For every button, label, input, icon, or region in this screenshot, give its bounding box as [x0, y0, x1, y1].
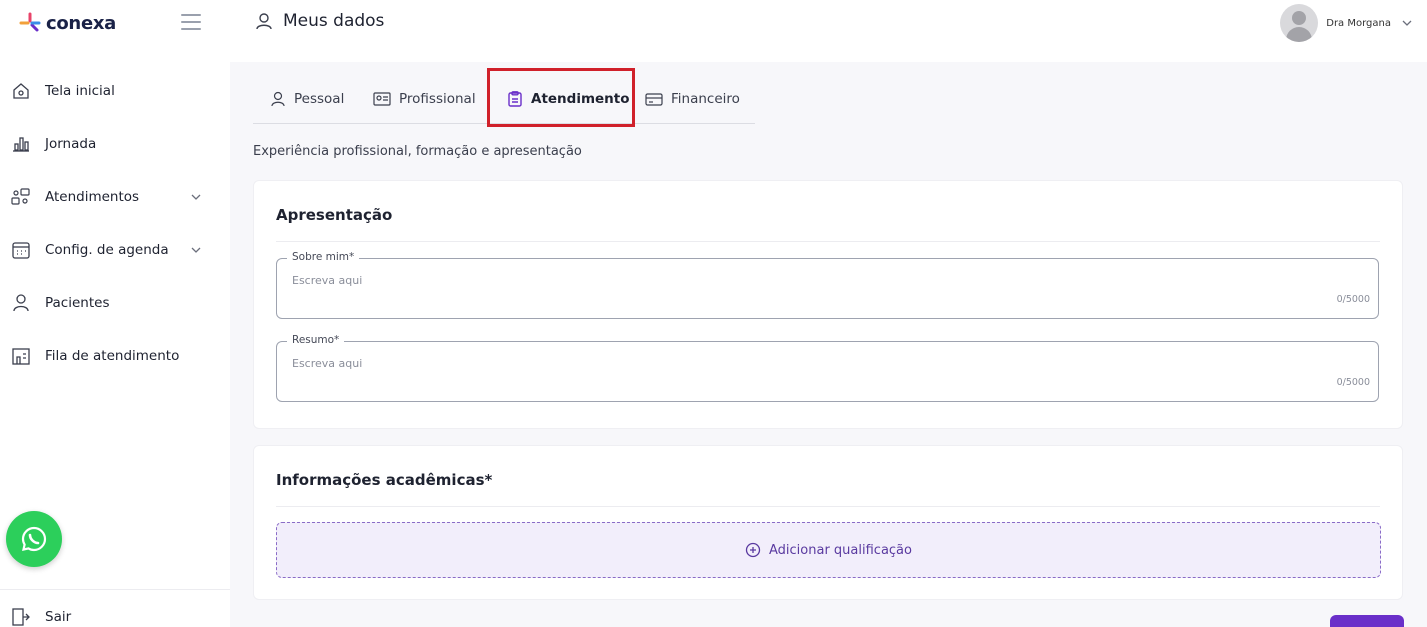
save-button[interactable]: [1330, 615, 1404, 627]
sidebar-item-label: Atendimentos: [45, 189, 140, 205]
user-icon: [256, 13, 272, 30]
queue-icon: [12, 348, 30, 365]
sidebar-item-label: Config. de agenda: [45, 242, 169, 258]
chart-icon: [13, 137, 29, 152]
tab-label: Financeiro: [671, 91, 740, 107]
chevron-down-icon[interactable]: [190, 244, 202, 256]
menu-toggle-icon[interactable]: [181, 14, 201, 30]
conexa-logo-icon: [19, 12, 41, 32]
user-menu[interactable]: Dra Morgana: [1280, 4, 1413, 42]
section-subtitle: Experiência profissional, formação e apr…: [253, 144, 582, 159]
logo[interactable]: conexa: [18, 10, 116, 36]
page-title-wrap: Meus dados: [255, 11, 384, 31]
summary-field[interactable]: Resumo* Escreva aqui 0/5000: [276, 334, 1379, 402]
field-label: Resumo*: [287, 334, 345, 346]
sidebar-item-label: Tela inicial: [45, 83, 115, 99]
char-counter: 0/5000: [1336, 294, 1370, 305]
sidebar-item-label: Pacientes: [45, 295, 110, 311]
academic-card: Informações acadêmicas* Adicionar qualif…: [253, 445, 1403, 600]
id-card-icon: [373, 92, 391, 106]
sidebar-item-tela-inicial[interactable]: Tela inicial: [0, 74, 230, 108]
tab-label: Profissional: [399, 91, 476, 107]
logo-text: conexa: [46, 12, 117, 34]
add-qualification-button[interactable]: Adicionar qualificação: [276, 522, 1381, 578]
tab-profissional[interactable]: Profissional: [373, 88, 476, 110]
user-name: Dra Morgana: [1326, 17, 1391, 29]
active-tab-highlight: [487, 68, 635, 127]
tab-financeiro[interactable]: Financeiro: [645, 88, 740, 110]
card-divider: [276, 506, 1380, 507]
whatsapp-icon: [21, 526, 47, 552]
about-me-field[interactable]: Sobre mim* Escreva aqui 0/5000: [276, 251, 1379, 319]
sidebar-divider: [0, 589, 230, 590]
whatsapp-button[interactable]: [6, 511, 62, 567]
field-placeholder: Escreva aqui: [292, 357, 363, 370]
plus-circle-icon: [745, 542, 761, 558]
main-content: Pessoal Profissional Atendimento Finance…: [230, 62, 1427, 627]
card-title: Informações acadêmicas*: [276, 471, 493, 489]
card-title: Apresentação: [276, 206, 393, 224]
sidebar-item-label: Sair: [45, 609, 72, 625]
char-counter: 0/5000: [1336, 377, 1370, 388]
field-label: Sobre mim*: [287, 251, 360, 263]
page-title: Meus dados: [283, 11, 385, 31]
app-header: conexa Meus dados Dra Morgana: [0, 0, 1427, 46]
sidebar-item-jornada[interactable]: Jornada: [0, 127, 230, 161]
chevron-down-icon[interactable]: [1401, 17, 1413, 29]
sidebar-item-sair[interactable]: Sair: [0, 603, 230, 627]
chevron-down-icon[interactable]: [190, 191, 202, 203]
user-icon: [13, 294, 29, 312]
user-icon: [271, 91, 285, 107]
calendar-icon: [12, 242, 30, 259]
field-placeholder: Escreva aqui: [292, 274, 363, 287]
people-icon: [11, 188, 30, 205]
tab-label: Pessoal: [294, 91, 345, 107]
sidebar-item-config-agenda[interactable]: Config. de agenda: [0, 233, 230, 267]
sidebar-item-fila-atendimento[interactable]: Fila de atendimento: [0, 339, 230, 373]
credit-card-icon: [645, 93, 663, 106]
presentation-card: Apresentação Sobre mim* Escreva aqui 0/5…: [253, 180, 1403, 429]
sidebar-item-label: Fila de atendimento: [45, 348, 180, 364]
sidebar-item-label: Jornada: [45, 136, 97, 152]
home-icon: [13, 83, 29, 99]
add-qualification-label: Adicionar qualificação: [769, 542, 912, 558]
card-divider: [276, 241, 1380, 242]
logout-icon: [12, 608, 30, 626]
sidebar-item-atendimentos[interactable]: Atendimentos: [0, 180, 230, 214]
sidebar-item-pacientes[interactable]: Pacientes: [0, 286, 230, 320]
avatar[interactable]: [1280, 4, 1319, 42]
tab-pessoal[interactable]: Pessoal: [270, 88, 344, 110]
